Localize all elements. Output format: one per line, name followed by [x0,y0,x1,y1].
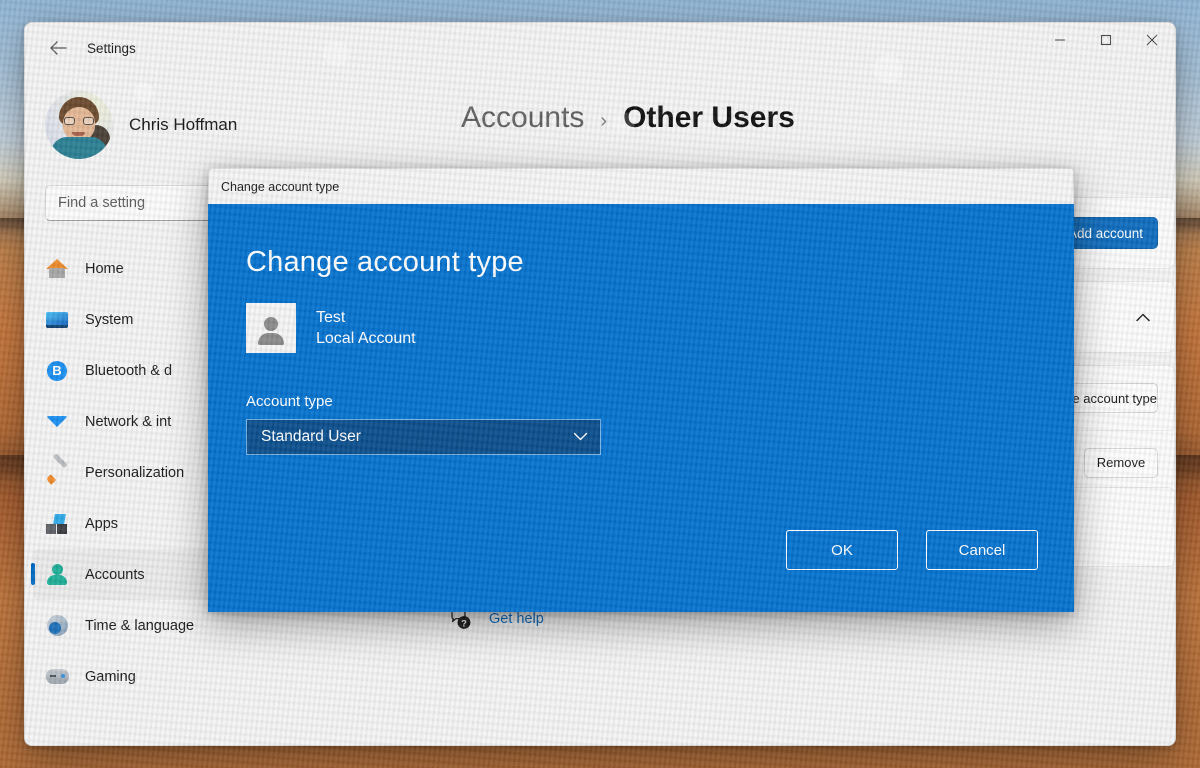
profile-section[interactable]: Chris Hoffman [25,73,421,159]
dialog-actions: OK Cancel [786,530,1038,570]
ok-button[interactable]: OK [786,530,898,570]
chevron-up-icon[interactable] [1128,302,1158,332]
window-titlebar: Settings [25,23,1175,73]
sidebar-item-label: Personalization [85,465,184,481]
dialog-body: Change account type Test Local Account A… [208,204,1074,612]
search-placeholder: Find a setting [58,195,145,211]
sidebar-item-label: Time & language [85,618,194,634]
breadcrumb: Accounts › Other Users [461,73,1175,135]
account-type-select[interactable]: Standard User [246,419,601,455]
system-icon [45,308,69,332]
get-help-link[interactable]: Get help [489,611,544,627]
minimize-icon[interactable] [1037,23,1083,57]
sidebar-item-label: Accounts [85,567,145,583]
close-icon[interactable] [1129,23,1175,57]
sidebar-item-label: Apps [85,516,118,532]
sidebar-item-label: System [85,312,133,328]
sidebar-item-label: Home [85,261,124,277]
account-type-label: Account type [246,393,1074,410]
dialog-heading: Change account type [246,246,1074,279]
dialog-titlebar: Change account type [208,168,1074,204]
dialog-account-type: Local Account [316,330,416,348]
window-controls [1037,23,1175,57]
avatar [45,91,113,159]
breadcrumb-separator: › [600,110,607,133]
network-icon [45,410,69,434]
change-account-type-dialog: Change account type Change account type … [208,168,1074,612]
time-icon [45,614,69,638]
accounts-icon [45,563,69,587]
personalization-icon [45,461,69,485]
page-title: Other Users [623,101,795,135]
sidebar-item-label: Network & int [85,414,171,430]
chevron-down-icon [573,428,588,446]
account-type-value: Standard User [261,428,361,446]
gaming-icon [45,665,69,689]
remove-account-button[interactable]: Remove [1084,448,1158,478]
window-title: Settings [87,41,136,56]
bluetooth-icon: B [45,359,69,383]
home-icon [45,257,69,281]
sidebar-item-label: Gaming [85,669,136,685]
sidebar-item-label: Bluetooth & d [85,363,172,379]
dialog-account-row: Test Local Account [246,303,1074,353]
desktop-wallpaper: Settings [0,0,1200,768]
apps-icon [45,512,69,536]
maximize-icon[interactable] [1083,23,1129,57]
sidebar-item-gaming[interactable]: Gaming [33,651,409,702]
user-placeholder-icon [246,303,296,353]
breadcrumb-parent[interactable]: Accounts [461,101,584,135]
cancel-button[interactable]: Cancel [926,530,1038,570]
dialog-titlebar-label: Change account type [221,180,339,194]
back-arrow-icon[interactable] [41,32,75,64]
profile-name: Chris Hoffman [129,115,237,135]
dialog-account-name: Test [316,309,416,327]
svg-text:?: ? [461,618,467,628]
